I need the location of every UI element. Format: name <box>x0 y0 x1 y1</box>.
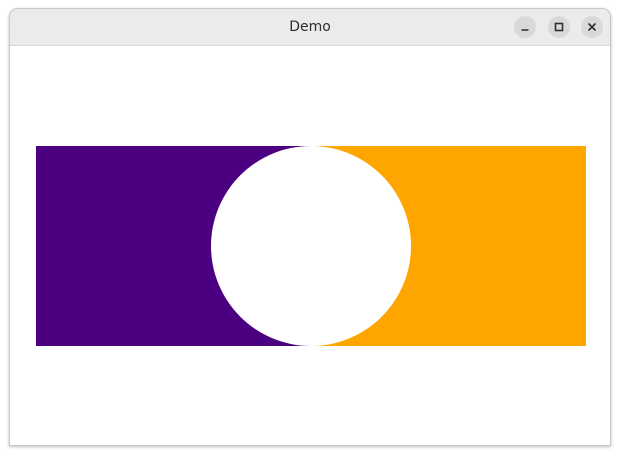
close-icon <box>587 22 597 32</box>
minimize-button[interactable] <box>514 16 536 38</box>
maximize-icon <box>554 22 564 32</box>
minimize-icon <box>521 29 529 31</box>
drawing-area <box>10 46 610 445</box>
canvas <box>36 146 586 346</box>
app-window: Demo <box>9 8 611 446</box>
title-bar[interactable]: Demo <box>10 9 610 46</box>
maximize-button[interactable] <box>548 16 570 38</box>
center-circle <box>211 146 411 346</box>
close-button[interactable] <box>581 16 603 38</box>
